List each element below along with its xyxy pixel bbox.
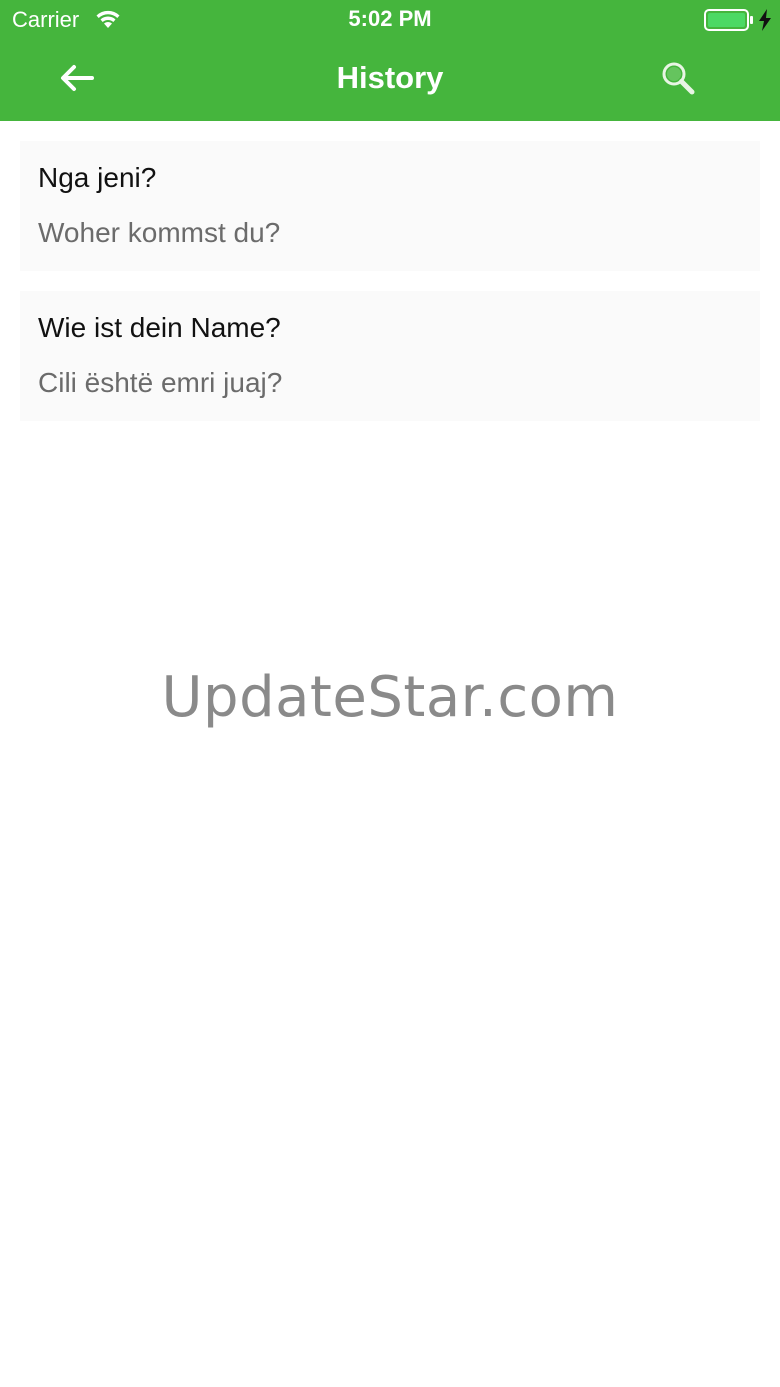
charging-icon <box>758 9 772 36</box>
status-time: 5:02 PM <box>348 6 432 31</box>
history-item[interactable]: Wie ist dein Name? Cili është emri juaj? <box>20 291 760 421</box>
search-icon <box>660 60 696 101</box>
app-header: Carrier 5:02 PM History <box>0 0 780 121</box>
battery-icon <box>704 9 754 36</box>
watermark: UpdateStar.com <box>161 665 619 730</box>
status-bar: Carrier 5:02 PM <box>0 0 780 40</box>
history-item-source: Nga jeni? <box>38 162 157 193</box>
search-button[interactable] <box>652 56 704 104</box>
history-item-source: Wie ist dein Name? <box>38 312 281 343</box>
navigation-bar: History <box>0 40 780 121</box>
history-list: Nga jeni? Woher kommst du? Wie ist dein … <box>20 141 760 441</box>
history-item-translation: Cili është emri juaj? <box>38 367 283 398</box>
history-item-translation: Woher kommst du? <box>38 217 281 248</box>
history-item[interactable]: Nga jeni? Woher kommst du? <box>20 141 760 271</box>
